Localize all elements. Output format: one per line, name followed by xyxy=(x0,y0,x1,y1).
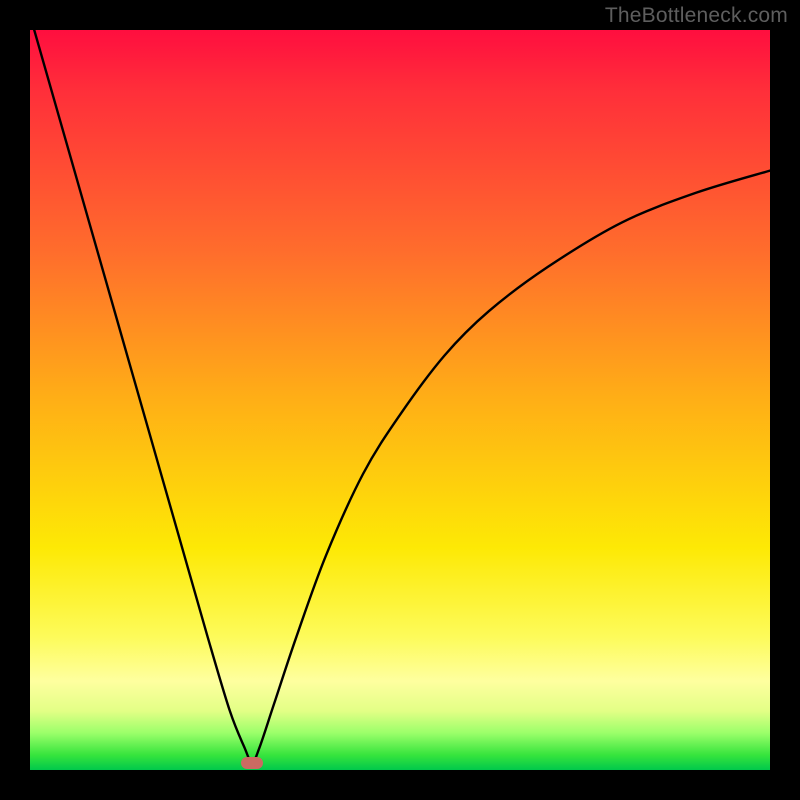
optimal-marker xyxy=(241,757,263,769)
watermark-text: TheBottleneck.com xyxy=(605,4,788,28)
chart-area xyxy=(30,30,770,770)
bottleneck-curve xyxy=(30,30,770,770)
